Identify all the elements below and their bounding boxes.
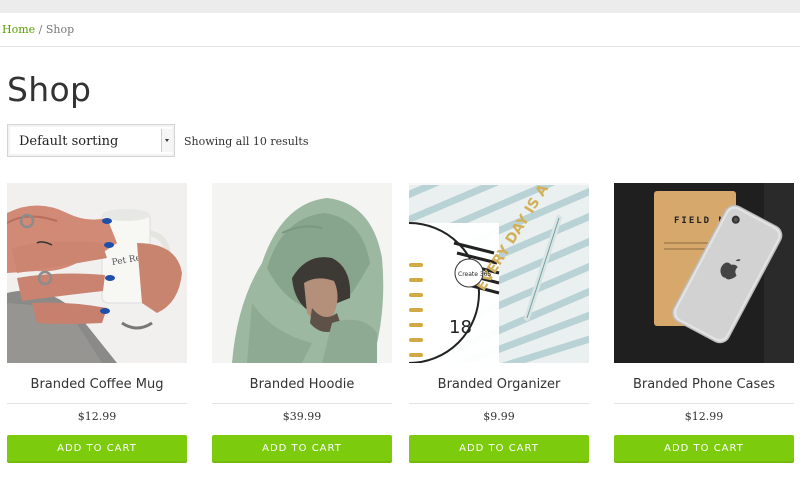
add-to-cart-button[interactable]: ADD TO CART (614, 435, 794, 463)
coffee-mug-photo: Pet Regis (7, 183, 187, 363)
breadcrumb-bar: Home / Shop (0, 13, 800, 47)
organizer-photo: EVERY DAY IS A GIFT Create 365 18 (409, 183, 589, 363)
product-name[interactable]: Branded Hoodie (212, 377, 392, 397)
sorting-selected-value: Default sorting (19, 134, 119, 149)
product-image-organizer[interactable]: EVERY DAY IS A GIFT Create 365 18 (409, 183, 589, 363)
sorting-select[interactable]: Default sorting (7, 124, 175, 157)
product-card-phone-cases: FIELD NOTES Branded Phone Cases $12.99 A… (614, 183, 794, 463)
phone-cases-photo: FIELD NOTES (614, 183, 794, 363)
dropdown-arrow-icon[interactable] (161, 129, 172, 152)
product-image-phone-cases[interactable]: FIELD NOTES (614, 183, 794, 363)
product-price: $39.99 (282, 410, 322, 423)
product-image-hoodie[interactable] (212, 183, 392, 363)
product-name[interactable]: Branded Phone Cases (614, 377, 794, 397)
product-price: $9.99 (483, 410, 515, 423)
breadcrumb-separator: / (35, 23, 46, 36)
result-count: Showing all 10 results (184, 135, 309, 148)
product-card-organizer: EVERY DAY IS A GIFT Create 365 18 Brande… (409, 183, 589, 463)
top-bar (0, 0, 800, 13)
product-card-coffee-mug: Pet Regis Branded Coffee Mug $12.99 ADD … (7, 183, 187, 463)
add-to-cart-button[interactable]: ADD TO CART (409, 435, 589, 463)
divider (409, 403, 589, 404)
add-to-cart-button[interactable]: ADD TO CART (212, 435, 392, 463)
add-to-cart-button[interactable]: ADD TO CART (7, 435, 187, 463)
breadcrumb-home-link[interactable]: Home (2, 23, 35, 36)
divider (212, 403, 392, 404)
organizer-sticker-text: Create 365 (458, 271, 491, 278)
divider (7, 403, 187, 404)
hoodie-photo (212, 183, 392, 363)
product-price: $12.99 (77, 410, 117, 423)
divider (614, 403, 794, 404)
product-card-hoodie: Branded Hoodie $39.99 ADD TO CART (212, 183, 392, 463)
breadcrumb: Home / Shop (2, 23, 74, 36)
breadcrumb-current: Shop (45, 23, 75, 36)
product-image-coffee-mug[interactable]: Pet Regis (7, 183, 187, 363)
product-price: $12.99 (684, 410, 724, 423)
page-title: Shop (7, 70, 92, 109)
organizer-page-number: 18 (449, 317, 472, 338)
product-name[interactable]: Branded Organizer (409, 377, 589, 397)
product-name[interactable]: Branded Coffee Mug (7, 377, 187, 397)
